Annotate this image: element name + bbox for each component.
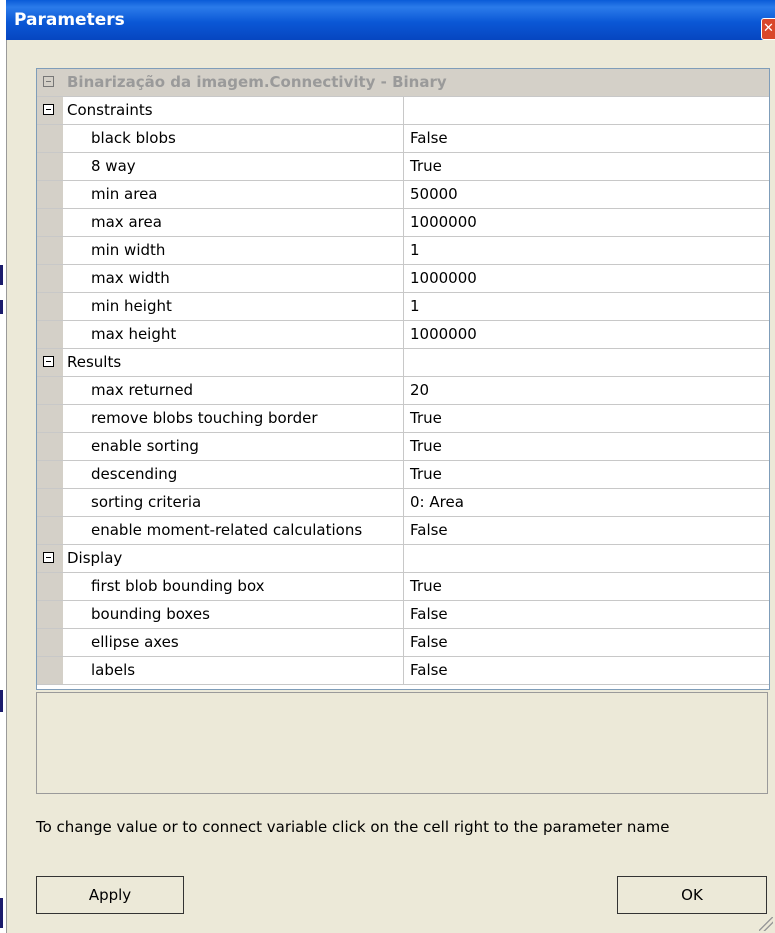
property-name: max width: [91, 269, 170, 287]
property-row-max-width[interactable]: max width 1000000: [37, 265, 769, 293]
row-gutter: [37, 125, 63, 152]
row-gutter: [37, 153, 63, 180]
property-row-sorting-criteria[interactable]: sorting criteria 0: Area: [37, 489, 769, 517]
property-row-bounding-boxes[interactable]: bounding boxes False: [37, 601, 769, 629]
ok-button[interactable]: OK: [617, 876, 767, 914]
row-gutter: [37, 433, 63, 460]
property-name: first blob bounding box: [91, 577, 265, 595]
property-row-enable-sorting[interactable]: enable sorting True: [37, 433, 769, 461]
row-gutter: [37, 405, 63, 432]
property-name: max returned: [91, 381, 194, 399]
row-gutter: [37, 321, 63, 348]
property-name: sorting criteria: [91, 493, 202, 511]
description-panel: [36, 692, 768, 794]
row-gutter: [37, 265, 63, 292]
row-gutter: [37, 461, 63, 488]
row-gutter: [37, 181, 63, 208]
property-value[interactable]: True: [403, 573, 769, 600]
row-gutter: [37, 489, 63, 516]
property-name: min area: [91, 185, 158, 203]
property-name: ellipse axes: [91, 633, 179, 651]
property-row-min-area[interactable]: min area 50000: [37, 181, 769, 209]
property-name: enable sorting: [91, 437, 199, 455]
property-name: max area: [91, 213, 162, 231]
resize-grip-icon[interactable]: [759, 917, 773, 931]
property-value[interactable]: False: [403, 657, 769, 684]
property-value[interactable]: 1000000: [403, 209, 769, 236]
row-gutter: [37, 209, 63, 236]
property-row-ellipse-axes[interactable]: ellipse axes False: [37, 629, 769, 657]
property-name: descending: [91, 465, 178, 483]
title-bar[interactable]: Parameters ✕: [6, 0, 775, 40]
property-grid[interactable]: Binarização da imagem.Connectivity - Bin…: [36, 68, 770, 690]
property-value[interactable]: 1: [403, 293, 769, 320]
property-row-max-area[interactable]: max area 1000000: [37, 209, 769, 237]
row-gutter: [37, 517, 63, 544]
property-row-min-width[interactable]: min width 1: [37, 237, 769, 265]
help-hint-text: To change value or to connect variable c…: [36, 818, 670, 836]
category-value-cell: [403, 545, 769, 572]
grid-header-title: Binarização da imagem.Connectivity - Bin…: [67, 73, 447, 91]
property-value[interactable]: 50000: [403, 181, 769, 208]
row-gutter: [37, 657, 63, 684]
property-row-8-way[interactable]: 8 way True: [37, 153, 769, 181]
property-name: min height: [91, 297, 172, 315]
property-row-min-height[interactable]: min height 1: [37, 293, 769, 321]
property-value[interactable]: True: [403, 153, 769, 180]
collapse-minus-icon[interactable]: [43, 76, 54, 87]
property-value[interactable]: 1000000: [403, 321, 769, 348]
property-value[interactable]: 0: Area: [403, 489, 769, 516]
property-value[interactable]: 1000000: [403, 265, 769, 292]
property-row-enable-moment-related-calculations[interactable]: enable moment-related calculations False: [37, 517, 769, 545]
property-row-max-returned[interactable]: max returned 20: [37, 377, 769, 405]
property-name: max height: [91, 325, 177, 343]
category-results[interactable]: Results: [37, 349, 769, 377]
property-name: 8 way: [91, 157, 136, 175]
property-value[interactable]: True: [403, 405, 769, 432]
property-value[interactable]: True: [403, 461, 769, 488]
category-label: Results: [67, 353, 122, 371]
property-value[interactable]: False: [403, 517, 769, 544]
row-gutter: [37, 601, 63, 628]
property-value[interactable]: False: [403, 601, 769, 628]
property-name: enable moment-related calculations: [91, 521, 363, 539]
property-name: bounding boxes: [91, 605, 210, 623]
category-label: Constraints: [67, 101, 153, 119]
property-value[interactable]: False: [403, 125, 769, 152]
collapse-minus-icon[interactable]: [43, 104, 54, 115]
property-row-descending[interactable]: descending True: [37, 461, 769, 489]
window-title: Parameters: [14, 10, 125, 30]
grid-header-row[interactable]: Binarização da imagem.Connectivity - Bin…: [37, 69, 769, 97]
window-left-edge: [0, 0, 7, 933]
row-gutter: [37, 237, 63, 264]
property-row-remove-blobs-touching-border[interactable]: remove blobs touching border True: [37, 405, 769, 433]
property-value[interactable]: 20: [403, 377, 769, 404]
apply-button[interactable]: Apply: [36, 876, 184, 914]
property-value[interactable]: True: [403, 433, 769, 460]
row-gutter: [37, 293, 63, 320]
row-gutter: [37, 377, 63, 404]
collapse-minus-icon[interactable]: [43, 356, 54, 367]
category-label: Display: [67, 549, 123, 567]
category-value-cell: [403, 97, 769, 124]
property-name: black blobs: [91, 129, 176, 147]
row-gutter: [37, 629, 63, 656]
property-row-first-blob-bounding-box[interactable]: first blob bounding box True: [37, 573, 769, 601]
collapse-minus-icon[interactable]: [43, 552, 54, 563]
property-row-max-height[interactable]: max height 1000000: [37, 321, 769, 349]
property-name: min width: [91, 241, 166, 259]
property-row-black-blobs[interactable]: black blobs False: [37, 125, 769, 153]
property-name: remove blobs touching border: [91, 409, 318, 427]
close-icon[interactable]: ✕: [761, 18, 775, 40]
property-row-labels[interactable]: labels False: [37, 657, 769, 685]
property-value[interactable]: 1: [403, 237, 769, 264]
property-name: labels: [91, 661, 136, 679]
category-display[interactable]: Display: [37, 545, 769, 573]
row-gutter: [37, 573, 63, 600]
category-constraints[interactable]: Constraints: [37, 97, 769, 125]
property-value[interactable]: False: [403, 629, 769, 656]
category-value-cell: [403, 349, 769, 376]
